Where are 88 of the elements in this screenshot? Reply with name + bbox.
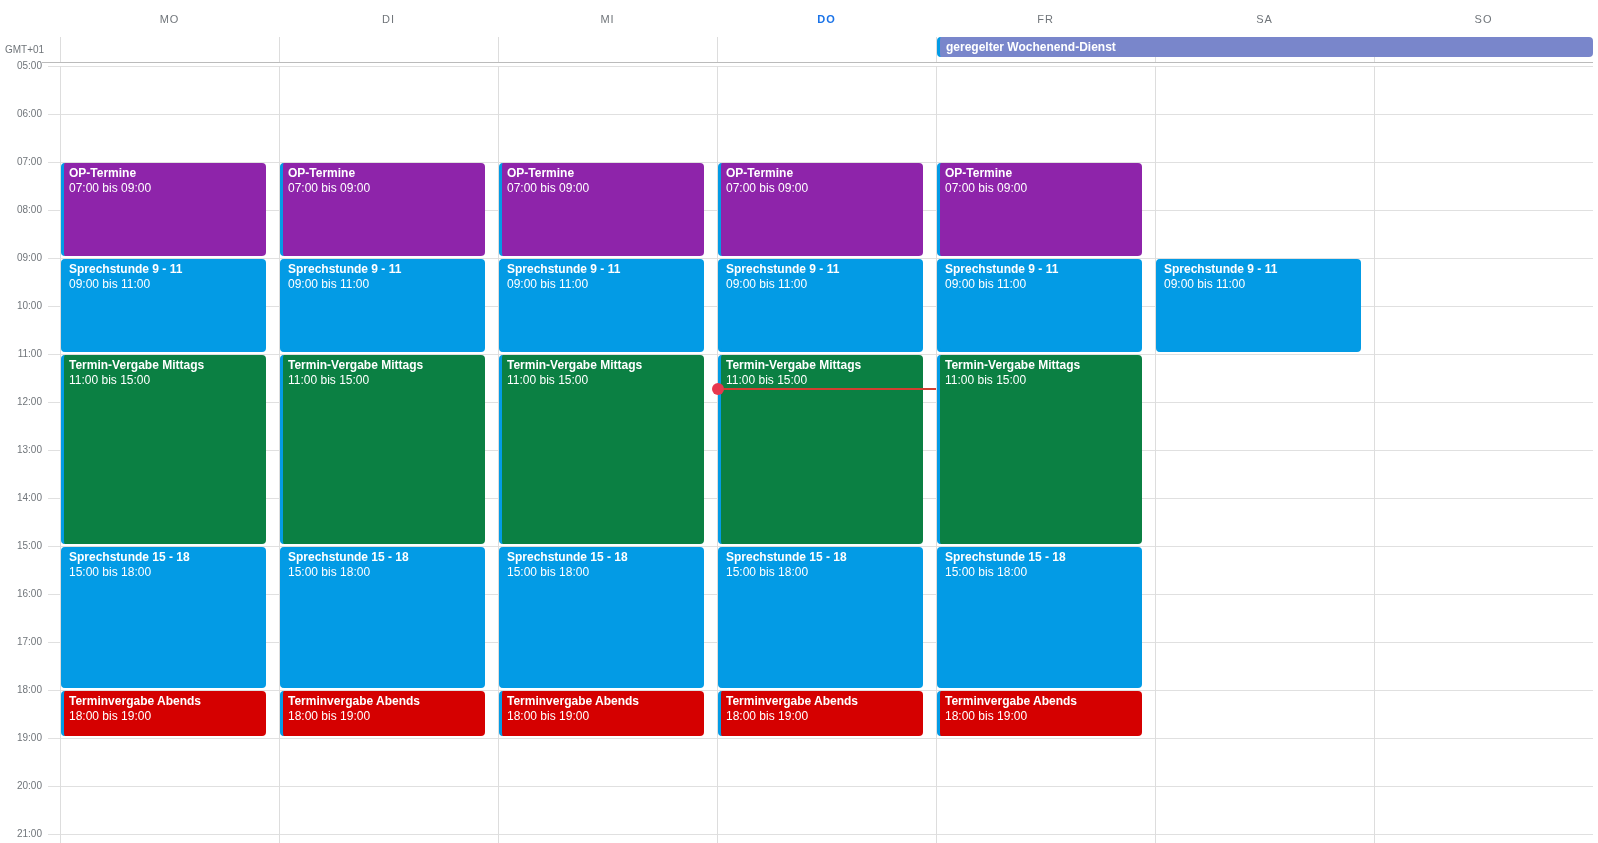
calendar-event[interactable]: OP-Termine 07:00 bis 09:00 bbox=[280, 163, 485, 256]
calendar-event[interactable]: Terminvergabe Abends 18:00 bis 19:00 bbox=[280, 691, 485, 736]
event-time: 07:00 bis 09:00 bbox=[507, 181, 591, 196]
day-label: DI bbox=[382, 12, 395, 25]
event-title: Termin-Vergabe Mittags bbox=[726, 358, 863, 373]
calendar-event[interactable]: Sprechstunde 9 - 11 09:00 bis 11:00 bbox=[499, 259, 704, 352]
hour-label: 05:00 bbox=[0, 60, 42, 72]
calendar-event[interactable]: Termin-Vergabe Mittags 11:00 bis 15:00 bbox=[937, 355, 1142, 544]
day-label: FR bbox=[1037, 12, 1054, 25]
day-label: DO bbox=[817, 12, 836, 25]
event-title: OP-Termine bbox=[69, 166, 138, 181]
day-label: MI bbox=[600, 12, 615, 25]
event-title: Terminvergabe Abends bbox=[507, 694, 641, 709]
event-time: 18:00 bis 19:00 bbox=[507, 709, 591, 724]
event-time: 15:00 bis 18:00 bbox=[945, 565, 1029, 580]
event-time: 07:00 bis 09:00 bbox=[726, 181, 810, 196]
event-title: Sprechstunde 9 - 11 bbox=[69, 262, 184, 277]
all-day-event[interactable]: geregelter Wochenend-Dienst bbox=[937, 37, 1593, 57]
calendar-event[interactable]: Sprechstunde 9 - 11 09:00 bis 11:00 bbox=[937, 259, 1142, 352]
event-title: Sprechstunde 15 - 18 bbox=[507, 550, 629, 565]
event-title: OP-Termine bbox=[288, 166, 357, 181]
calendar-event[interactable]: Sprechstunde 9 - 11 09:00 bis 11:00 bbox=[61, 259, 266, 352]
calendar-event[interactable]: Sprechstunde 15 - 18 15:00 bis 18:00 bbox=[499, 547, 704, 688]
event-time: 15:00 bis 18:00 bbox=[507, 565, 591, 580]
event-title: Sprechstunde 15 - 18 bbox=[288, 550, 410, 565]
event-title: OP-Termine bbox=[507, 166, 576, 181]
calendar-event[interactable]: Sprechstunde 15 - 18 15:00 bis 18:00 bbox=[280, 547, 485, 688]
calendar-event[interactable]: Terminvergabe Abends 18:00 bis 19:00 bbox=[61, 691, 266, 736]
event-time: 11:00 bis 15:00 bbox=[507, 373, 590, 388]
calendar-event[interactable]: Sprechstunde 15 - 18 15:00 bis 18:00 bbox=[937, 547, 1142, 688]
calendar-event[interactable]: Terminvergabe Abends 18:00 bis 19:00 bbox=[718, 691, 923, 736]
event-title: Sprechstunde 9 - 11 bbox=[726, 262, 841, 277]
calendar-event[interactable]: OP-Termine 07:00 bis 09:00 bbox=[499, 163, 704, 256]
event-time: 18:00 bis 19:00 bbox=[726, 709, 810, 724]
calendar-event[interactable]: Termin-Vergabe Mittags 11:00 bis 15:00 bbox=[280, 355, 485, 544]
event-time: 07:00 bis 09:00 bbox=[69, 181, 153, 196]
event-title: OP-Termine bbox=[726, 166, 795, 181]
timezone-label: GMT+01 bbox=[4, 44, 45, 55]
event-time: 07:00 bis 09:00 bbox=[945, 181, 1029, 196]
day-label: SO bbox=[1474, 12, 1493, 25]
event-title: Sprechstunde 15 - 18 bbox=[945, 550, 1067, 565]
event-time: 09:00 bis 11:00 bbox=[945, 277, 1028, 292]
day-label: SA bbox=[1256, 12, 1273, 25]
calendar-event[interactable]: Sprechstunde 15 - 18 15:00 bis 18:00 bbox=[718, 547, 923, 688]
event-title: Termin-Vergabe Mittags bbox=[945, 358, 1082, 373]
event-title: Terminvergabe Abends bbox=[726, 694, 860, 709]
event-title: OP-Termine bbox=[945, 166, 1014, 181]
event-time: 15:00 bis 18:00 bbox=[69, 565, 153, 580]
calendar-event[interactable]: Sprechstunde 9 - 11 09:00 bis 11:00 bbox=[280, 259, 485, 352]
event-time: 09:00 bis 11:00 bbox=[1164, 277, 1247, 292]
calendar-event[interactable]: OP-Termine 07:00 bis 09:00 bbox=[61, 163, 266, 256]
calendar-event[interactable]: Termin-Vergabe Mittags 11:00 bis 15:00 bbox=[61, 355, 266, 544]
event-title: Terminvergabe Abends bbox=[69, 694, 203, 709]
event-time: 15:00 bis 18:00 bbox=[288, 565, 372, 580]
event-time: 09:00 bis 11:00 bbox=[69, 277, 152, 292]
event-title: Termin-Vergabe Mittags bbox=[288, 358, 425, 373]
event-time: 15:00 bis 18:00 bbox=[726, 565, 810, 580]
event-time: 11:00 bis 15:00 bbox=[69, 373, 152, 388]
event-title: Sprechstunde 9 - 11 bbox=[507, 262, 622, 277]
calendar-event[interactable]: Termin-Vergabe Mittags 11:00 bis 15:00 bbox=[499, 355, 704, 544]
calendar-event[interactable]: Terminvergabe Abends 18:00 bis 19:00 bbox=[499, 691, 704, 736]
event-title: Sprechstunde 9 - 11 bbox=[1164, 262, 1279, 277]
event-title: Termin-Vergabe Mittags bbox=[507, 358, 644, 373]
event-time: 18:00 bis 19:00 bbox=[945, 709, 1029, 724]
event-time: 07:00 bis 09:00 bbox=[288, 181, 372, 196]
event-title: Terminvergabe Abends bbox=[288, 694, 422, 709]
event-time: 11:00 bis 15:00 bbox=[288, 373, 371, 388]
calendar-event[interactable]: Terminvergabe Abends 18:00 bis 19:00 bbox=[937, 691, 1142, 736]
event-time: 09:00 bis 11:00 bbox=[288, 277, 371, 292]
calendar-event[interactable]: Sprechstunde 9 - 11 09:00 bis 11:00 bbox=[1156, 259, 1361, 352]
calendar-event[interactable]: OP-Termine 07:00 bis 09:00 bbox=[937, 163, 1142, 256]
event-title: Sprechstunde 9 - 11 bbox=[288, 262, 403, 277]
event-time: 11:00 bis 15:00 bbox=[726, 373, 809, 388]
calendar-event[interactable]: Termin-Vergabe Mittags 11:00 bis 15:00 bbox=[718, 355, 923, 544]
event-title: Sprechstunde 15 - 18 bbox=[69, 550, 191, 565]
event-time: 09:00 bis 11:00 bbox=[507, 277, 590, 292]
calendar-event[interactable]: Sprechstunde 15 - 18 15:00 bis 18:00 bbox=[61, 547, 266, 688]
event-time: 18:00 bis 19:00 bbox=[69, 709, 153, 724]
event-title: Sprechstunde 15 - 18 bbox=[726, 550, 848, 565]
calendar-event[interactable]: Sprechstunde 9 - 11 09:00 bis 11:00 bbox=[718, 259, 923, 352]
event-time: 11:00 bis 15:00 bbox=[945, 373, 1028, 388]
event-title: Terminvergabe Abends bbox=[945, 694, 1079, 709]
day-label: MO bbox=[159, 12, 180, 25]
event-time: 18:00 bis 19:00 bbox=[288, 709, 372, 724]
event-title: Termin-Vergabe Mittags bbox=[69, 358, 206, 373]
event-title: Sprechstunde 9 - 11 bbox=[945, 262, 1060, 277]
calendar-event[interactable]: OP-Termine 07:00 bis 09:00 bbox=[718, 163, 923, 256]
event-time: 09:00 bis 11:00 bbox=[726, 277, 809, 292]
